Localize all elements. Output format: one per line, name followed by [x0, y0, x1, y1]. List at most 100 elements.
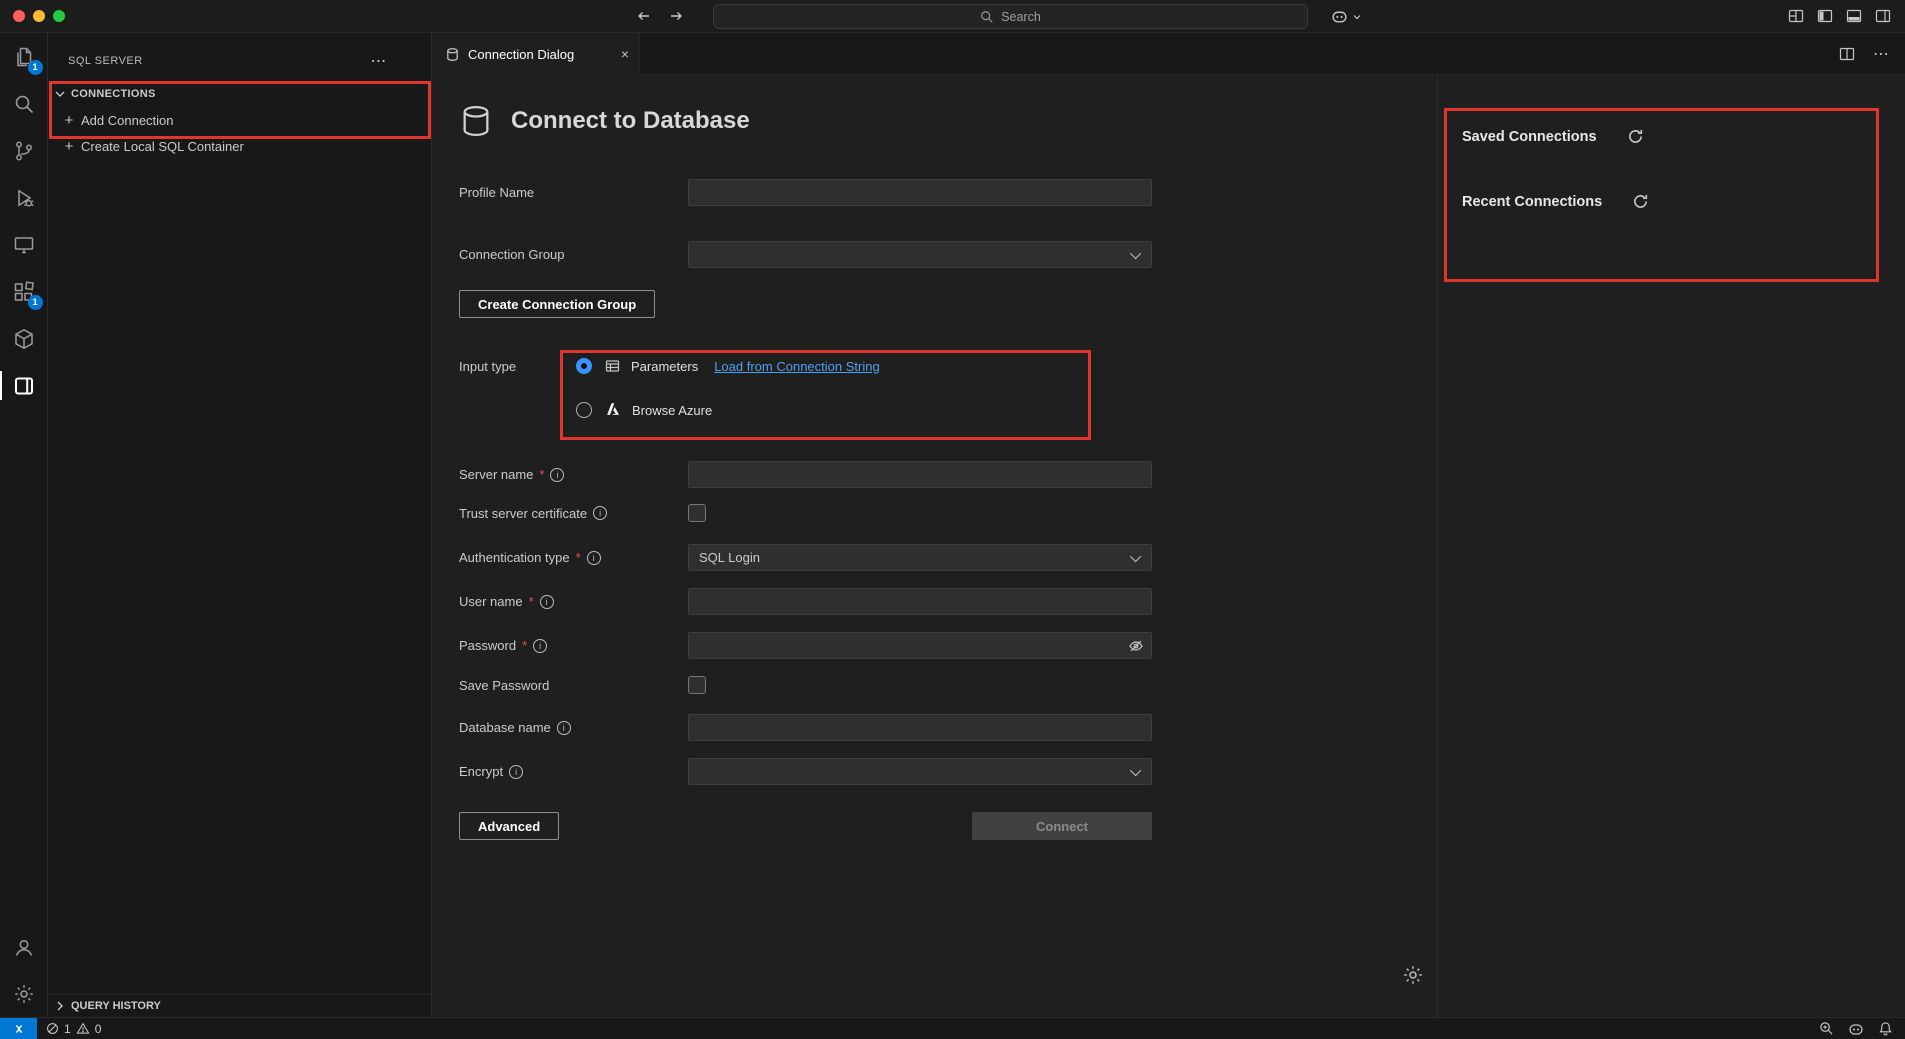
query-history-section-header[interactable]: QUERY HISTORY: [48, 994, 431, 1017]
activity-sql-server[interactable]: [0, 362, 48, 409]
title-bar: Search: [0, 0, 1905, 33]
webview-settings-gear-icon[interactable]: [1401, 963, 1425, 987]
tab-close-icon[interactable]: ×: [621, 46, 629, 62]
chevron-right-icon: [52, 998, 68, 1014]
create-connection-group-button[interactable]: Create Connection Group: [459, 290, 655, 318]
user-name-input[interactable]: [688, 588, 1152, 615]
connection-dialog-webview: Connect to Database Profile Name Connect…: [432, 75, 1905, 1017]
info-icon[interactable]: i: [557, 721, 571, 735]
activity-source-control[interactable]: [0, 127, 48, 174]
load-from-connection-string-link[interactable]: Load from Connection String: [714, 359, 879, 374]
sidebar-item-create-local-sql-container[interactable]: + Create Local SQL Container: [48, 133, 431, 159]
editor-more-actions-icon[interactable]: ⋯: [1873, 44, 1889, 64]
parameters-radio[interactable]: [576, 358, 592, 374]
split-editor-icon[interactable]: [1839, 46, 1855, 62]
activity-extensions[interactable]: 1: [0, 268, 48, 315]
refresh-saved-connections-icon[interactable]: [1627, 128, 1644, 145]
add-icon: +: [62, 138, 76, 155]
connection-group-label: Connection Group: [459, 247, 688, 262]
error-icon: [46, 1022, 59, 1035]
explorer-badge: 1: [28, 60, 43, 75]
connections-side-panel: Saved Connections Recent Connections: [1437, 75, 1905, 1017]
browse-azure-radio[interactable]: [576, 402, 592, 418]
search-box[interactable]: Search: [713, 4, 1308, 29]
activity-run-debug[interactable]: [0, 174, 48, 221]
zoom-icon[interactable]: [1819, 1021, 1834, 1036]
input-type-label: Input type: [459, 359, 576, 374]
window-minimize-button[interactable]: [33, 10, 45, 22]
sidebar-more-actions-icon[interactable]: ⋯: [371, 51, 388, 71]
chevron-down-icon: [52, 86, 68, 102]
encrypt-label: Encrypt i: [459, 764, 688, 779]
toggle-primary-sidebar-icon[interactable]: [1817, 8, 1833, 24]
chevron-down-icon: [1130, 764, 1141, 775]
password-input[interactable]: [688, 632, 1152, 659]
copilot-menu-button[interactable]: [1331, 8, 1362, 25]
required-mark: *: [539, 467, 544, 482]
nav-back-icon[interactable]: [636, 8, 652, 24]
warning-icon: [76, 1022, 90, 1035]
info-icon[interactable]: i: [587, 551, 601, 565]
sidebar: SQL SERVER ⋯ CONNECTIONS + Add Connectio…: [48, 33, 432, 1017]
status-bar: 1 0: [0, 1017, 1905, 1039]
notifications-bell-icon[interactable]: [1878, 1021, 1893, 1036]
container-cube-icon: [12, 327, 36, 351]
connection-group-select[interactable]: [688, 241, 1152, 268]
account-icon: [12, 935, 36, 959]
profile-name-input[interactable]: [688, 179, 1152, 206]
required-mark: *: [529, 594, 534, 609]
save-password-checkbox[interactable]: [688, 676, 706, 694]
trust-server-certificate-checkbox[interactable]: [688, 504, 706, 522]
database-tab-icon: [445, 47, 460, 62]
eye-off-icon[interactable]: [1128, 638, 1144, 654]
info-icon[interactable]: i: [533, 639, 547, 653]
tab-bar: Connection Dialog × ⋯: [432, 33, 1905, 75]
connect-button[interactable]: Connect: [972, 812, 1152, 840]
search-icon: [980, 10, 994, 24]
toggle-secondary-sidebar-icon[interactable]: [1875, 8, 1891, 24]
warning-count: 0: [95, 1022, 102, 1036]
toggle-panel-icon[interactable]: [1846, 8, 1862, 24]
gear-icon: [12, 982, 36, 1006]
encrypt-select[interactable]: [688, 758, 1152, 785]
activity-remote-explorer[interactable]: [0, 221, 48, 268]
activity-settings[interactable]: [0, 970, 48, 1017]
browse-azure-radio-label: Browse Azure: [632, 403, 712, 418]
window-maximize-button[interactable]: [53, 10, 65, 22]
info-icon[interactable]: i: [550, 468, 564, 482]
activity-accounts[interactable]: [0, 923, 48, 970]
save-password-label: Save Password: [459, 678, 688, 693]
tab-title: Connection Dialog: [468, 47, 574, 62]
authentication-type-select[interactable]: SQL Login: [688, 544, 1152, 571]
remote-explorer-icon: [12, 233, 36, 257]
tab-connection-dialog[interactable]: Connection Dialog ×: [432, 33, 640, 75]
connections-section-header[interactable]: CONNECTIONS: [48, 81, 431, 107]
sidebar-item-add-connection[interactable]: + Add Connection: [48, 107, 431, 133]
remote-indicator[interactable]: [0, 1018, 37, 1039]
activity-explorer[interactable]: 1: [0, 33, 48, 80]
info-icon[interactable]: i: [509, 765, 523, 779]
azure-icon: [604, 401, 622, 419]
extensions-badge: 1: [28, 295, 43, 310]
nav-forward-icon[interactable]: [668, 8, 684, 24]
activity-containers[interactable]: [0, 315, 48, 362]
database-name-input[interactable]: [688, 714, 1152, 741]
server-name-input[interactable]: [688, 461, 1152, 488]
copilot-status-icon[interactable]: [1848, 1021, 1864, 1037]
advanced-button[interactable]: Advanced: [459, 812, 559, 840]
recent-connections-title: Recent Connections: [1462, 194, 1602, 210]
required-mark: *: [522, 638, 527, 653]
parameters-table-icon: [604, 358, 621, 374]
sidebar-title: SQL SERVER: [68, 55, 371, 67]
activity-bar: 1 1: [0, 33, 48, 1017]
info-icon[interactable]: i: [593, 506, 607, 520]
window-close-button[interactable]: [13, 10, 25, 22]
profile-name-label: Profile Name: [459, 185, 688, 200]
problems-indicator[interactable]: 1 0: [46, 1022, 101, 1036]
info-icon[interactable]: i: [540, 595, 554, 609]
refresh-recent-connections-icon[interactable]: [1632, 193, 1649, 210]
parameters-radio-label: Parameters: [631, 359, 698, 374]
activity-search[interactable]: [0, 80, 48, 127]
customize-layout-icon[interactable]: [1788, 8, 1804, 24]
copilot-icon: [1331, 8, 1348, 25]
